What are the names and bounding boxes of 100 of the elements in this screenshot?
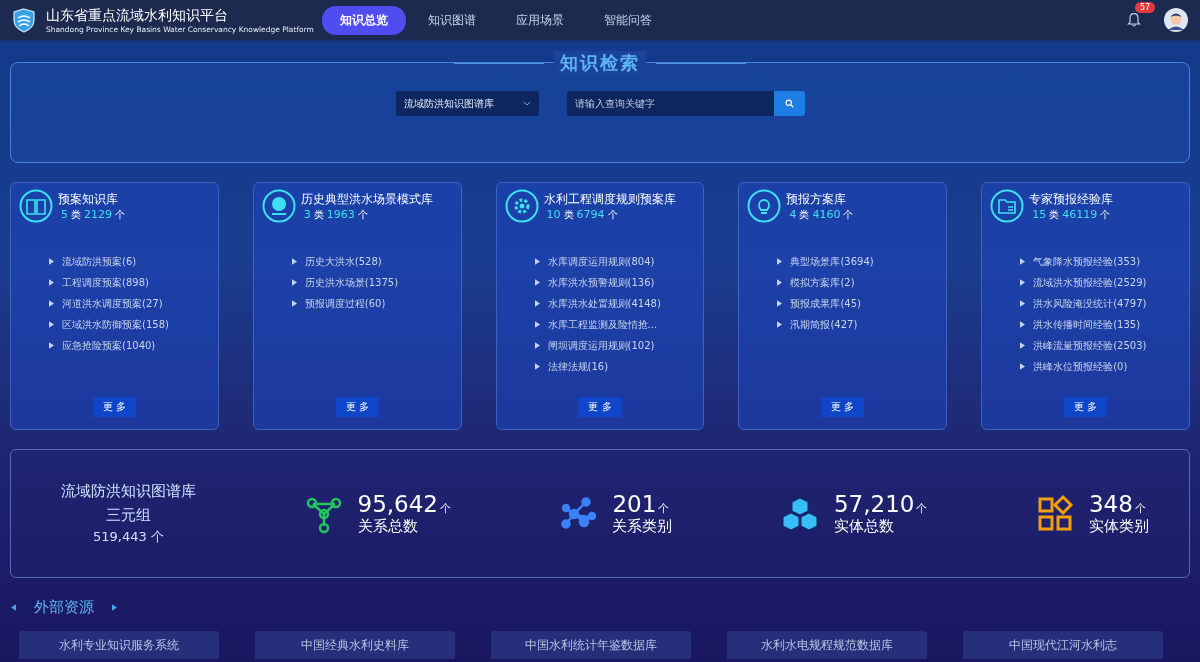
count-unit: 个 [1100,207,1111,222]
nav-tab[interactable]: 知识图谱 [410,5,494,35]
triangle-icon [291,258,297,265]
library-item[interactable]: 流域洪水预报经验(2529) [1020,272,1181,293]
triangle-icon [534,321,540,328]
avatar-icon[interactable] [1164,8,1188,32]
triangle-icon [777,279,783,286]
library-title: 预案知识库 [58,190,119,208]
more-button[interactable]: 更 多 [821,397,865,417]
triangle-icon [291,279,297,286]
library-item[interactable]: 区域洪水防御预案(158) [49,314,210,335]
library-item[interactable]: 水库洪水处置规则(4148) [534,293,696,314]
more-button[interactable]: 更 多 [578,397,622,417]
more-button[interactable]: 更 多 [1064,397,1108,417]
resource-link[interactable]: 中国水利统计年鉴数据库 [491,631,691,659]
triangle-icon [777,300,783,307]
library-item[interactable]: 洪水风险淹没统计(4797) [1020,293,1181,314]
right-arrow-icon[interactable] [112,604,117,611]
stat-value: 57,210 [834,491,915,517]
library-item[interactable]: 法律法规(16) [534,356,696,377]
triangle-icon [49,258,54,265]
library-dropdown[interactable]: 流域防洪知识图谱库 [395,91,539,116]
triangle-icon [1020,258,1026,265]
library-item[interactable]: 洪峰水位预报经验(0) [1020,356,1181,377]
library-item[interactable]: 预报成果库(45) [777,293,939,314]
triangle-icon [1020,321,1026,328]
library-item[interactable]: 工程调度预案(898) [49,272,210,293]
type-unit: 类 [563,207,574,222]
triple-total: 519,443 个 [92,528,165,547]
library-item[interactable]: 闸坝调度运用规则(102) [534,335,696,356]
bell-icon[interactable] [1126,11,1142,29]
type-count: 3 [303,207,311,221]
library-item[interactable]: 应急抢险预案(1040) [49,335,210,356]
library-title: 历史典型洪水场景模式库 [300,190,433,208]
library-item[interactable]: 汛期简报(427) [777,314,939,335]
triangle-icon [534,258,540,265]
resource-link[interactable]: 水利水电规程规范数据库 [727,631,927,659]
resource-link[interactable]: 中国现代江河水利志 [963,631,1163,659]
book-icon [19,189,53,223]
library-item[interactable]: 预报调度过程(60) [291,293,453,314]
section-title: 外部资源 [34,598,94,617]
item-count: 46119 [1062,207,1098,221]
search-button[interactable] [773,91,805,116]
stat-label: 关系总数 [357,517,419,536]
library-item[interactable]: 洪水传播时间经验(135) [1020,314,1181,335]
lightbulb-icon [747,189,782,223]
triangle-icon [49,279,54,286]
search-field[interactable]: 请输入查询关键字 [566,91,774,116]
resource-link[interactable]: 中国经典水利史料库 [255,631,455,659]
triangle-icon [777,258,783,265]
library-item[interactable]: 水库洪水预警规则(136) [534,272,696,293]
library-title: 预报方案库 [786,190,848,208]
notification-badge: 57 [1135,2,1156,13]
library-item[interactable]: 气象降水预报经验(353) [1020,251,1181,272]
type-count: 15 [1032,207,1047,221]
count-unit: 个 [357,207,368,222]
triangle-icon [534,342,540,349]
nav-tab[interactable]: 应用场景 [498,5,582,35]
left-arrow-icon[interactable] [11,604,16,611]
library-item[interactable]: 历史洪水场景(1375) [291,272,453,293]
stat-label: 实体总数 [834,517,895,536]
shield-logo-icon [12,7,36,33]
nav-tab[interactable]: 智能问答 [586,5,670,35]
triangle-icon [1020,279,1026,286]
library-item[interactable]: 水库调度运用规则(804) [534,251,696,272]
stat-value: 348 [1088,491,1133,517]
triangle-icon [1020,300,1026,307]
nav-tab[interactable]: 知识总览 [322,5,406,35]
triangle-icon [534,300,540,307]
stat-unit: 个 [1134,501,1146,516]
section-title: 知识检索 [554,51,646,75]
library-item[interactable]: 模拟方案库(2) [777,272,939,293]
item-count: 2129 [84,207,112,221]
graph-library-name: 流域防洪知识图谱库 [61,481,196,503]
library-title: 专家预报经验库 [1029,190,1114,208]
library-item[interactable]: 历史大洪水(528) [291,251,453,272]
graph-unit-label: 三元组 [105,505,152,527]
more-button[interactable]: 更 多 [92,397,136,417]
count-unit: 个 [843,207,854,222]
library-item[interactable]: 洪峰流量预报经验(2503) [1020,335,1181,356]
stat-value: 95,642 [357,491,438,517]
type-count: 10 [546,207,561,221]
library-item[interactable]: 河道洪水调度预案(27) [49,293,210,314]
triangle-icon [1020,342,1026,349]
stat-label: 关系类别 [612,517,673,536]
search-icon [784,99,794,108]
triangle-icon [534,279,540,286]
resource-link[interactable]: 水利专业知识服务系统 [19,631,219,659]
more-button[interactable]: 更 多 [335,397,379,417]
triangle-icon [534,363,540,370]
library-item[interactable]: 流域防洪预案(6) [49,251,210,272]
triangle-icon [49,342,54,349]
triangle-icon [777,321,783,328]
chevron-down-icon [522,101,531,106]
folder-icon [990,189,1025,223]
type-unit: 类 [799,207,810,222]
stat-label: 实体类别 [1088,517,1149,536]
library-item[interactable]: 典型场景库(3694) [777,251,939,272]
library-item[interactable]: 水库工程监测及险情抢... [534,314,696,335]
triangle-icon [49,300,54,307]
